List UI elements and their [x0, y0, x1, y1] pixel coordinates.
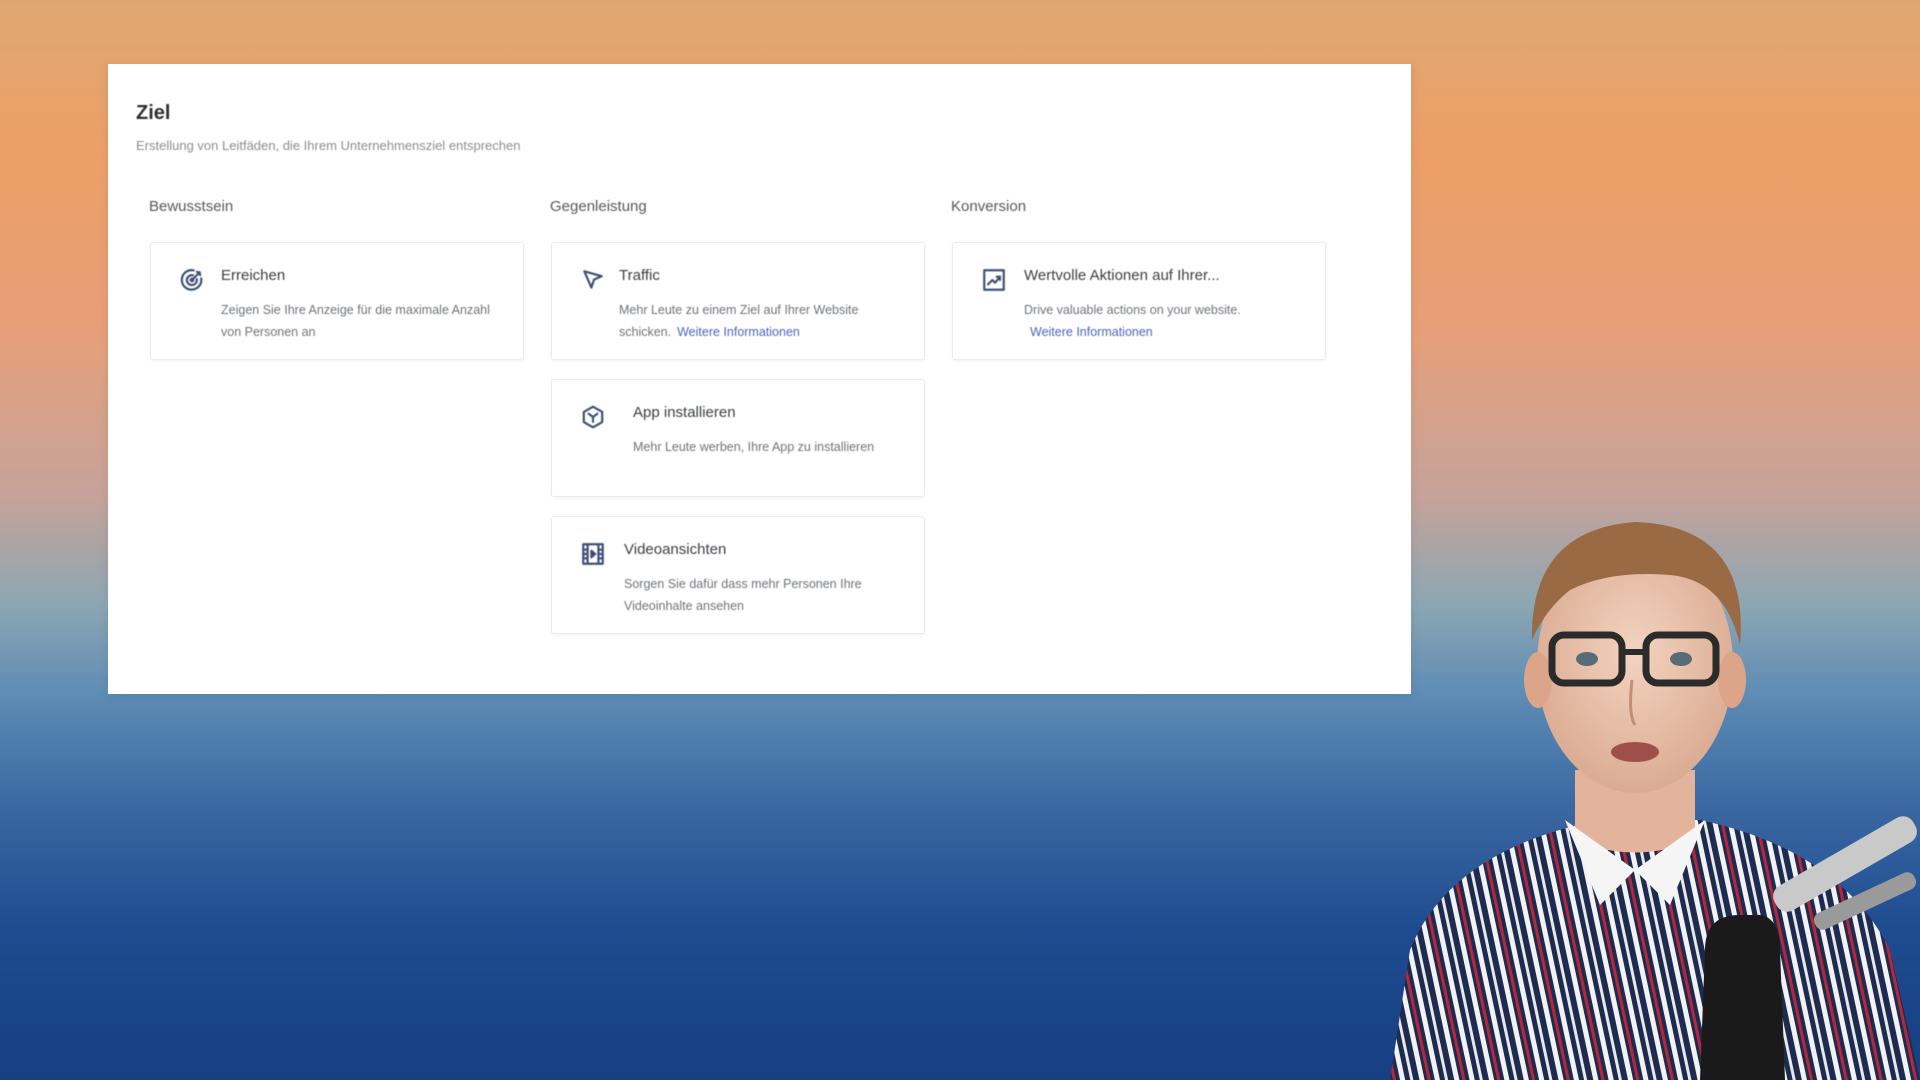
card-description: Mehr Leute werben, Ihre App zu installie…: [633, 440, 875, 454]
column-heading-consideration: Gegenleistung: [550, 198, 647, 215]
chart-icon: [981, 267, 1007, 293]
card-description: Drive valuable actions on your website. W…: [1024, 299, 1314, 343]
objective-card-conversions[interactable]: Wertvolle Aktionen auf Ihrer... Drive va…: [952, 242, 1326, 360]
film-icon: [580, 541, 606, 567]
learn-more-link[interactable]: Weitere Informationen: [1030, 325, 1153, 339]
target-icon: [179, 267, 205, 293]
presenter-webcam: [1370, 520, 1920, 1080]
column-heading-conversion: Konversion: [951, 198, 1027, 215]
column-heading-awareness: Bewusstsein: [149, 198, 234, 215]
card-description: Mehr Leute zu einem Ziel auf Ihrer Websi…: [619, 299, 909, 343]
objective-card-reach[interactable]: Erreichen Zeigen Sie Ihre Anzeige für di…: [150, 242, 524, 360]
page-subtitle: Erstellung von Leitfäden, die Ihrem Unte…: [136, 138, 521, 153]
page-title: Ziel: [136, 102, 171, 124]
learn-more-link[interactable]: Weitere Informationen: [677, 325, 800, 339]
objective-card-traffic[interactable]: Traffic Mehr Leute zu einem Ziel auf Ihr…: [551, 242, 925, 360]
objective-panel: Ziel Erstellung von Leitfäden, die Ihrem…: [108, 64, 1411, 694]
cube-icon: [580, 404, 606, 430]
card-title: App installieren: [633, 404, 736, 421]
cursor-icon: [580, 267, 606, 293]
card-title: Erreichen: [221, 267, 286, 284]
card-title: Traffic: [619, 267, 660, 284]
card-title: Wertvolle Aktionen auf Ihrer...: [1024, 267, 1220, 284]
objective-card-app-install[interactable]: App installieren Mehr Leute werben, Ihre…: [551, 379, 925, 497]
card-description-text: Drive valuable actions on your website.: [1024, 303, 1241, 317]
card-description: Zeigen Sie Ihre Anzeige für die maximale…: [221, 303, 490, 339]
objective-card-video-views[interactable]: Videoansichten Sorgen Sie dafür dass meh…: [551, 516, 925, 634]
card-title: Videoansichten: [624, 541, 727, 558]
card-description: Sorgen Sie dafür dass mehr Personen Ihre…: [624, 577, 862, 613]
